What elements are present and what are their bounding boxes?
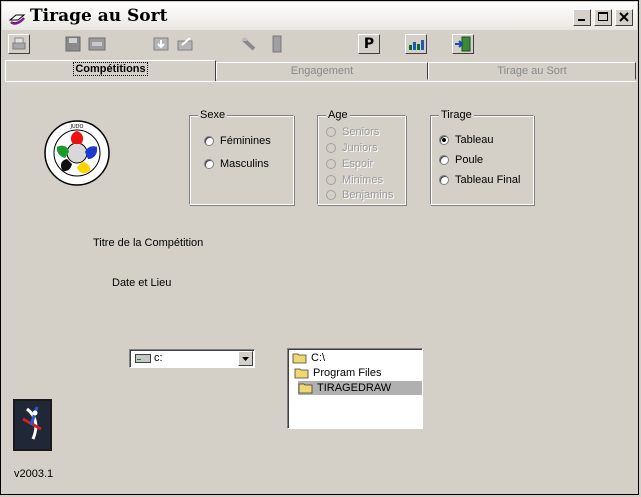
radio-circle — [204, 136, 214, 146]
edit-button[interactable] — [238, 34, 260, 54]
export-button[interactable] — [174, 34, 196, 54]
tirage-legend: Tirage — [439, 109, 474, 121]
radio-circle — [326, 127, 336, 137]
chart-button[interactable] — [405, 34, 427, 54]
card-icon — [88, 37, 106, 51]
close-button[interactable] — [615, 9, 633, 26]
exit-button[interactable] — [452, 34, 474, 54]
card-button[interactable] — [86, 34, 108, 54]
maximize-button[interactable] — [594, 9, 612, 26]
minimize-button[interactable] — [573, 9, 591, 26]
radio-tableau-final[interactable]: Tableau Final — [439, 173, 520, 187]
radio-circle — [326, 175, 336, 185]
delete-icon — [272, 35, 282, 53]
drive-select[interactable]: c: — [129, 349, 255, 368]
chevron-down-icon — [242, 357, 249, 361]
import-icon — [153, 37, 169, 51]
edit-icon — [241, 37, 256, 51]
sexe-group: Sexe Féminines Masculins — [189, 109, 294, 205]
radio-circle — [326, 143, 336, 153]
titre-competition-label: Titre de la Compétition — [93, 237, 204, 249]
radio-circle-selected — [439, 135, 449, 145]
radio-seniors[interactable]: Seniors — [326, 125, 379, 139]
tab-tirage-au-sort[interactable]: Tirage au Sort — [428, 62, 636, 80]
open-folder-icon — [294, 368, 309, 379]
age-legend: Age — [326, 109, 350, 121]
export-icon — [177, 37, 193, 51]
radio-circle — [439, 175, 449, 185]
open-folder-icon — [298, 383, 313, 394]
tab-strip: Compétitions Engagement Tirage au Sort — [5, 60, 636, 82]
p-button[interactable]: P — [358, 34, 380, 54]
import-button[interactable] — [150, 34, 172, 54]
radio-minimes[interactable]: Minimes — [326, 173, 383, 187]
delete-button[interactable] — [266, 34, 288, 54]
print-button[interactable] — [8, 34, 30, 54]
toolbar: P — [2, 31, 637, 57]
dropdown-button[interactable] — [238, 351, 253, 366]
drive-icon — [135, 354, 151, 363]
folder-item-root[interactable]: C:\ — [292, 351, 325, 365]
version-label: v2003.1 — [14, 468, 54, 480]
minimize-icon — [578, 19, 585, 21]
title-bar[interactable]: Tirage au Sort — [2, 2, 637, 30]
close-icon — [619, 12, 629, 22]
p-letter-icon: P — [363, 36, 375, 52]
radio-benjamins[interactable]: Benjamins — [326, 188, 393, 202]
sexe-legend: Sexe — [198, 109, 228, 121]
maximize-icon — [598, 12, 608, 21]
judo-logo — [13, 399, 52, 451]
folder-item-program-files[interactable]: Program Files — [294, 366, 381, 380]
print-icon — [12, 37, 26, 50]
window-title: Tirage au Sort — [30, 6, 168, 26]
save-icon — [65, 36, 81, 52]
directory-list[interactable]: C:\ Program Files TIRAGEDRAW — [287, 348, 423, 429]
radio-circle — [204, 159, 214, 169]
radio-espoir[interactable]: Espoir — [326, 157, 373, 171]
radio-circle — [439, 155, 449, 165]
radio-tableau[interactable]: Tableau — [439, 133, 494, 147]
judo-federation-logo: JUDO — [44, 120, 110, 186]
drive-value: c: — [154, 352, 163, 364]
open-folder-icon — [292, 353, 307, 364]
radio-circle — [326, 190, 336, 200]
radio-poule[interactable]: Poule — [439, 153, 483, 167]
date-lieu-label: Date et Lieu — [112, 277, 172, 289]
tab-competitions[interactable]: Compétitions — [5, 60, 216, 82]
radio-feminines[interactable]: Féminines — [204, 134, 271, 148]
tirage-group: Tirage Tableau Poule Tableau Final — [430, 109, 534, 205]
chart-icon — [409, 40, 424, 50]
app-icon — [8, 14, 26, 25]
folder-item-tiragedraw[interactable]: TIRAGEDRAW — [298, 381, 422, 395]
radio-circle — [326, 159, 336, 169]
save-button[interactable] — [62, 34, 84, 54]
app-window: Tirage au Sort P Compétitions Engagement… — [0, 0, 639, 495]
radio-masculins[interactable]: Masculins — [204, 157, 269, 171]
age-group: Age Seniors Juniors Espoir Minimes Benja… — [317, 109, 406, 205]
radio-juniors[interactable]: Juniors — [326, 141, 377, 155]
tab-engagement[interactable]: Engagement — [216, 62, 428, 80]
exit-door-icon — [455, 36, 471, 52]
svg-text:JUDO: JUDO — [70, 124, 84, 130]
